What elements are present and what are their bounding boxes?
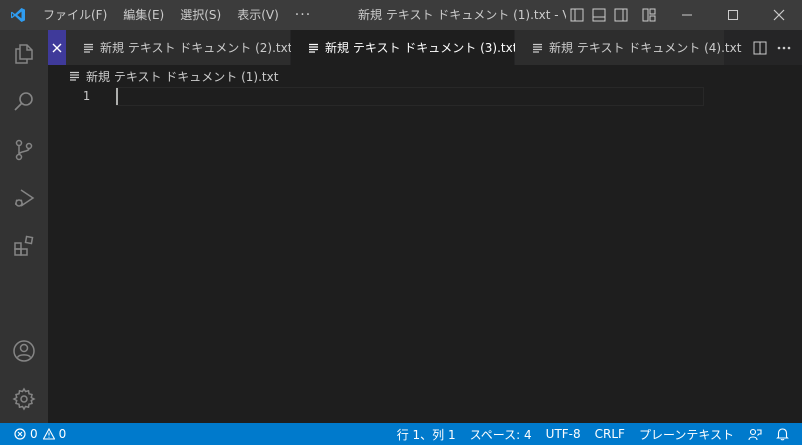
tab-new-text-document-3[interactable]: 新規 テキスト ドキュメント (3).txt [291, 30, 535, 65]
menu-view[interactable]: 表示(V) [229, 0, 287, 30]
cursor-position[interactable]: 行 1、列 1 [390, 423, 463, 445]
vscode-logo-icon [0, 0, 35, 30]
text-file-icon [84, 43, 94, 53]
menu-selection[interactable]: 選択(S) [172, 0, 229, 30]
breadcrumb[interactable]: 新規 テキスト ドキュメント (1).txt [48, 65, 802, 87]
window-title: 新規 テキスト ドキュメント (1).txt - VSCod... [358, 8, 566, 22]
current-line-highlight [116, 87, 704, 106]
settings-gear-icon[interactable] [0, 375, 48, 423]
error-icon [14, 428, 26, 440]
minimize-icon[interactable] [664, 0, 710, 30]
run-and-debug-icon[interactable] [0, 174, 48, 222]
menu-edit[interactable]: 編集(E) [115, 0, 172, 30]
tab-new-text-document-2[interactable]: 新規 テキスト ドキュメント (2).txt [66, 30, 293, 65]
toggle-primary-sidebar-icon[interactable] [566, 0, 588, 30]
notifications-bell-icon[interactable] [769, 423, 796, 445]
tab-label: 新規 テキスト ドキュメント (2).txt [100, 41, 293, 55]
title-bar: ファイル(F) 編集(E) 選択(S) 表示(V) ··· 新規 テキスト ドキ… [0, 0, 802, 30]
accounts-icon[interactable] [0, 327, 48, 375]
text-file-icon [309, 43, 319, 53]
explorer-icon[interactable] [0, 30, 48, 78]
text-file-icon [70, 71, 80, 81]
eol-setting[interactable]: CRLF [588, 423, 632, 445]
indentation-setting[interactable]: スペース: 4 [463, 423, 539, 445]
problems-indicator[interactable]: 0 0 [14, 423, 73, 445]
tab-new-text-document-4[interactable]: 新規 テキスト ドキュメント (4).txt [515, 30, 741, 65]
editor-tabs: 新規 テキスト ドキュメント (2).txt 新規 テキスト ドキュメント (3… [48, 30, 802, 65]
menu-more-button[interactable]: ··· [287, 0, 319, 30]
window-controls [664, 0, 802, 30]
search-icon[interactable] [0, 78, 48, 126]
extensions-icon[interactable] [0, 222, 48, 270]
layout-controls [566, 0, 660, 30]
close-window-icon[interactable] [756, 0, 802, 30]
editor-actions [748, 30, 802, 65]
language-mode[interactable]: プレーンテキスト [632, 423, 741, 445]
encoding-setting[interactable]: UTF-8 [539, 423, 588, 445]
menu-file[interactable]: ファイル(F) [35, 0, 115, 30]
editor-area[interactable]: 1 [48, 87, 802, 423]
tab-label: 新規 テキスト ドキュメント (3).txt [325, 41, 518, 55]
text-cursor [116, 88, 118, 105]
toggle-secondary-sidebar-icon[interactable] [610, 0, 632, 30]
activity-bar [0, 30, 48, 423]
error-count: 0 [30, 427, 38, 441]
customize-layout-icon[interactable] [638, 0, 660, 30]
maximize-icon[interactable] [710, 0, 756, 30]
warning-count: 0 [58, 427, 67, 441]
tab-close-icon[interactable] [48, 30, 66, 65]
feedback-icon[interactable] [741, 423, 769, 445]
source-control-icon[interactable] [0, 126, 48, 174]
text-file-icon [533, 43, 543, 53]
breadcrumb-file[interactable]: 新規 テキスト ドキュメント (1).txt [86, 68, 278, 85]
status-bar: 0 0 行 1、列 1 スペース: 4 UTF-8 CRLF プレーンテキスト [0, 423, 802, 445]
toggle-panel-icon[interactable] [588, 0, 610, 30]
warning-icon [42, 428, 55, 440]
menu-bar: ファイル(F) 編集(E) 選択(S) 表示(V) ··· [35, 0, 319, 30]
tab-label: 新規 テキスト ドキュメント (4).txt [549, 41, 742, 55]
line-number: 1 [82, 89, 90, 103]
split-editor-icon[interactable] [748, 30, 772, 65]
more-actions-icon[interactable] [772, 30, 796, 65]
